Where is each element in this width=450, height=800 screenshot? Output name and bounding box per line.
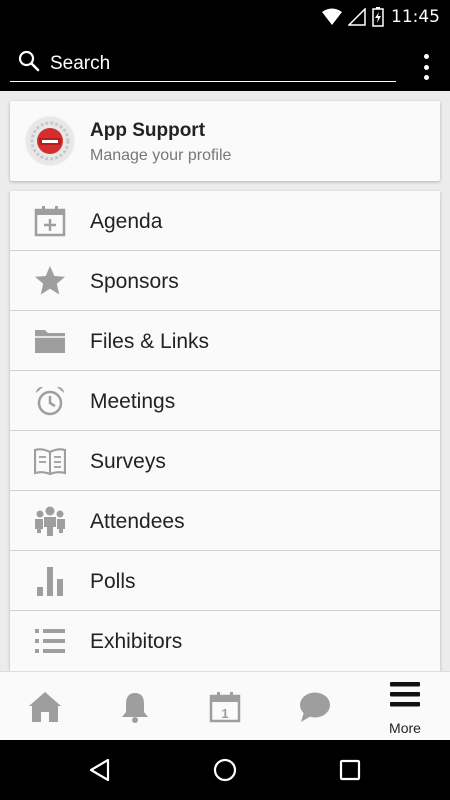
wifi-icon bbox=[322, 8, 342, 25]
search-placeholder: Search bbox=[50, 53, 111, 74]
profile-subtitle: Manage your profile bbox=[90, 147, 232, 164]
menu-item-files-links[interactable]: Files & Links bbox=[10, 311, 440, 371]
status-time: 11:45 bbox=[391, 7, 440, 27]
calendar-add-icon bbox=[32, 203, 68, 239]
open-book-icon bbox=[32, 443, 68, 479]
menu-item-label: Exhibitors bbox=[90, 630, 183, 653]
system-nav-bar bbox=[0, 740, 450, 800]
dot-icon bbox=[423, 64, 429, 70]
recents-square-icon bbox=[339, 759, 361, 781]
people-icon bbox=[32, 503, 68, 539]
home-button[interactable] bbox=[210, 756, 240, 784]
home-icon bbox=[29, 691, 61, 722]
list-icon bbox=[32, 623, 68, 659]
menu-item-label: Polls bbox=[90, 570, 136, 593]
back-button[interactable] bbox=[85, 756, 115, 784]
nav-more[interactable]: More bbox=[360, 672, 450, 741]
menu-list: Agenda Sponsors Files & Links Meetings S… bbox=[10, 191, 440, 671]
logo-icon bbox=[26, 117, 74, 165]
menu-item-sponsors[interactable]: Sponsors bbox=[10, 251, 440, 311]
app-bar: Search bbox=[0, 34, 450, 91]
alarm-clock-icon bbox=[32, 383, 68, 419]
menu-item-label: Sponsors bbox=[90, 270, 179, 293]
menu-item-polls[interactable]: Polls bbox=[10, 551, 440, 611]
status-icons bbox=[322, 7, 384, 27]
home-circle-icon bbox=[213, 758, 237, 782]
search-input[interactable]: Search bbox=[10, 44, 396, 82]
nav-messages[interactable] bbox=[270, 672, 360, 741]
menu-item-label: Meetings bbox=[90, 390, 176, 413]
bar-chart-icon bbox=[32, 563, 68, 599]
avatar bbox=[25, 116, 75, 166]
calendar-day: 1 bbox=[221, 706, 228, 721]
folder-icon bbox=[32, 323, 68, 359]
menu-bars-icon bbox=[390, 682, 420, 707]
profile-name: App Support bbox=[90, 120, 206, 141]
battery-icon bbox=[372, 7, 384, 27]
back-triangle-icon bbox=[89, 758, 110, 782]
status-bar: 11:45 bbox=[0, 0, 450, 34]
chat-bubble-icon bbox=[300, 692, 330, 722]
nav-home[interactable] bbox=[0, 672, 90, 741]
menu-item-label: Surveys bbox=[90, 450, 166, 473]
search-icon bbox=[18, 50, 40, 72]
bottom-nav: 1 More bbox=[0, 671, 450, 740]
menu-item-agenda[interactable]: Agenda bbox=[10, 191, 440, 251]
menu-item-surveys[interactable]: Surveys bbox=[10, 431, 440, 491]
menu-item-label: Agenda bbox=[90, 210, 163, 233]
dot-icon bbox=[423, 54, 429, 59]
recents-button[interactable] bbox=[335, 756, 365, 784]
nav-more-label: More bbox=[389, 720, 421, 736]
star-icon bbox=[32, 263, 68, 299]
profile-card[interactable]: App Support Manage your profile bbox=[10, 101, 440, 181]
menu-item-label: Files & Links bbox=[90, 330, 210, 353]
bell-icon bbox=[122, 692, 148, 723]
dot-icon bbox=[423, 75, 429, 80]
signal-icon bbox=[348, 8, 366, 26]
menu-item-exhibitors[interactable]: Exhibitors bbox=[10, 611, 440, 671]
menu-item-meetings[interactable]: Meetings bbox=[10, 371, 440, 431]
menu-item-attendees[interactable]: Attendees bbox=[10, 491, 440, 551]
calendar-icon: 1 bbox=[209, 691, 241, 722]
overflow-menu-button[interactable] bbox=[422, 54, 430, 80]
nav-notifications[interactable] bbox=[90, 672, 180, 741]
nav-calendar[interactable]: 1 bbox=[180, 672, 270, 741]
menu-item-label: Attendees bbox=[90, 510, 185, 533]
